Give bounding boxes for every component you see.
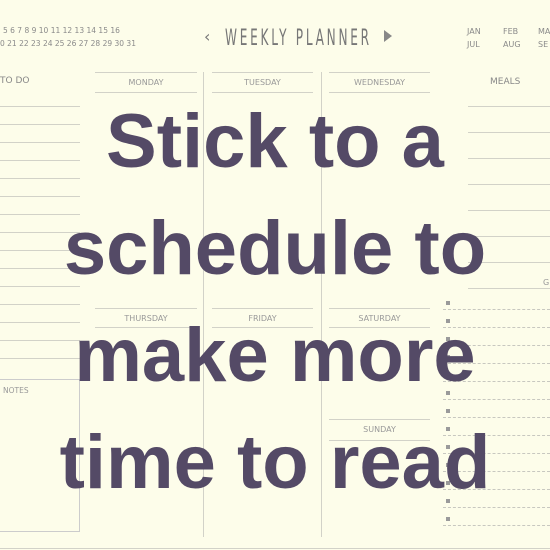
next-week-button[interactable] [384,30,392,42]
page-title: WEEKLY PLANNER [225,26,372,51]
headline-line: Stick to a [106,99,444,184]
divider [212,72,313,73]
month-jan[interactable]: JAN [467,27,481,36]
calendar-dates-row-1: 5 6 7 8 9 10 11 12 13 14 15 16 [3,26,120,35]
month-mar[interactable]: MA [538,27,550,36]
day-tuesday[interactable]: TUESDAY [212,78,313,87]
dotted-line [443,525,550,526]
prev-week-button[interactable]: ‹ [204,27,210,46]
todo-heading: TO DO [0,76,30,86]
day-wednesday[interactable]: WEDNESDAY [329,78,430,87]
divider [329,72,430,73]
month-aug[interactable]: AUG [503,40,521,49]
month-feb[interactable]: FEB [503,27,518,36]
headline-line: make more [74,313,476,398]
bottom-border [0,548,550,549]
meals-heading: MEALS [490,77,521,87]
checkbox-icon [446,517,450,521]
headline-line: time to read [59,420,491,505]
headline-line: schedule to [63,206,487,291]
day-monday[interactable]: MONDAY [95,78,197,87]
divider [95,72,197,73]
calendar-dates-row-2: 0 21 22 23 24 25 26 27 28 29 30 31 [0,39,136,48]
month-sep[interactable]: SE [538,40,548,49]
month-jul[interactable]: JUL [467,40,480,49]
overlay-headline: Stick to a schedule to make more time to… [0,88,550,516]
